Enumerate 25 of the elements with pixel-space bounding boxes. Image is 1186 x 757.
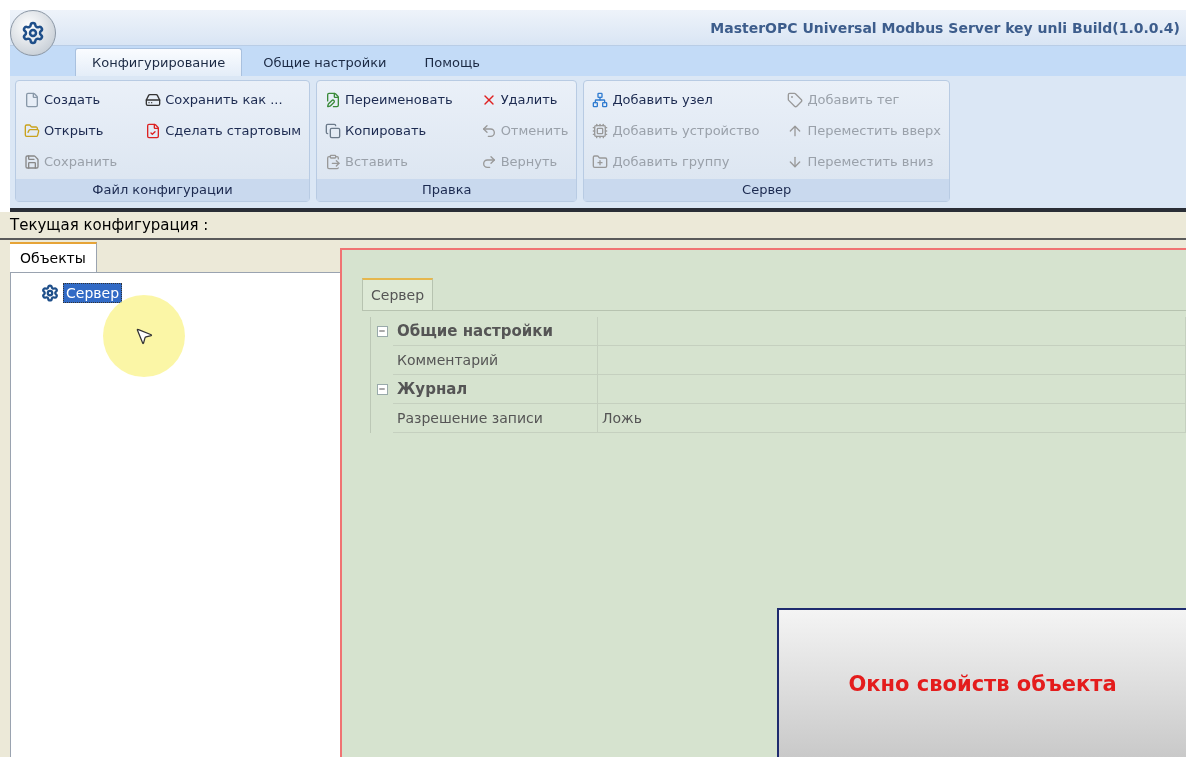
ribbon-button[interactable]: Открыть — [24, 115, 118, 146]
section-title: Общие настройки — [393, 317, 598, 346]
ribbon-button[interactable]: Сохранить как ... — [145, 84, 302, 115]
current-config-label: Текущая конфигурация : — [0, 212, 1186, 240]
ribbon-button[interactable]: Копировать — [325, 115, 453, 146]
property-name: Разрешение записи — [393, 404, 598, 433]
callout-text: Окно свойств объекта — [848, 671, 1117, 696]
group-title: Правка — [317, 179, 577, 201]
property-name: Комментарий — [393, 346, 598, 375]
window-title: MasterOPC Universal Modbus Server key unli Build(1.0.0.4) — [710, 19, 1180, 36]
value-cell: Ложь — [598, 404, 1186, 433]
ribbon-button[interactable]: Переименовать — [325, 84, 453, 115]
tree-item[interactable]: Сервер — [63, 283, 123, 303]
section-title: Журнал — [393, 375, 598, 404]
group-title: Файл конфигурации — [16, 179, 310, 201]
group-title: Сервер — [584, 179, 950, 201]
properties-tab[interactable]: Сервер — [362, 278, 434, 310]
ribbon-button[interactable]: Создать — [24, 84, 118, 115]
ribbon-button[interactable]: Удалить — [480, 84, 569, 115]
ribbon-tab[interactable]: Конфигурирование — [75, 48, 243, 76]
ribbon-button[interactable]: Сделать стартовым — [145, 115, 302, 146]
panel-tab[interactable]: Объекты — [10, 242, 97, 272]
ribbon-button[interactable]: Добавить узел — [592, 84, 760, 115]
ribbon-tab[interactable]: Общие настройки — [246, 48, 404, 76]
ribbon-tab[interactable]: Помощь — [407, 48, 497, 76]
